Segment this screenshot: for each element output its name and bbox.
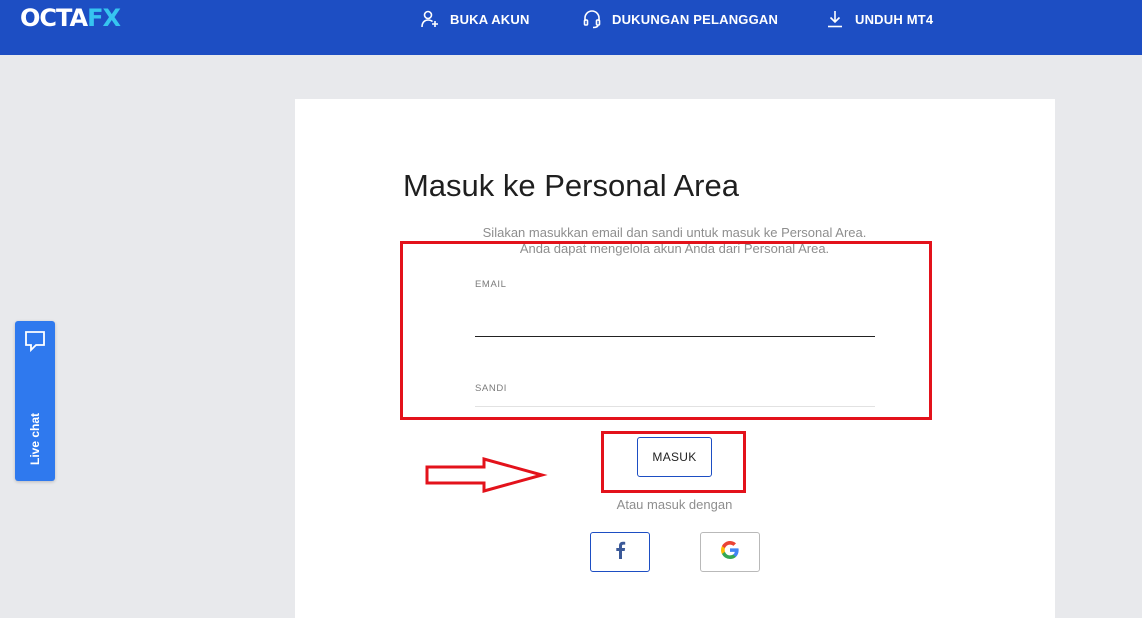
- nav-open-account-label: BUKA AKUN: [450, 11, 530, 27]
- facebook-login-button[interactable]: [590, 532, 650, 572]
- form-highlight-box: [400, 241, 932, 420]
- facebook-icon: [614, 541, 626, 564]
- add-user-icon: [420, 9, 440, 29]
- top-navbar: OCTAFX BUKA AKUN DUKUNGAN PELANGGAN UNDU…: [0, 0, 1142, 55]
- nav-download-mt4[interactable]: UNDUH MT4: [825, 8, 933, 30]
- nav-open-account[interactable]: BUKA AKUN: [420, 8, 530, 30]
- button-highlight-box: [601, 431, 746, 493]
- live-chat-button[interactable]: Live chat: [15, 321, 55, 481]
- octafx-logo[interactable]: OCTAFX: [20, 5, 121, 31]
- headset-icon: [582, 9, 602, 29]
- google-icon: [721, 540, 739, 564]
- nav-download-mt4-label: UNDUH MT4: [855, 11, 934, 27]
- page-title: Masuk ke Personal Area: [402, 168, 739, 203]
- google-login-button[interactable]: [700, 532, 760, 572]
- instructions-line-1: Silakan masukkan email dan sandi untuk m…: [482, 225, 867, 240]
- alt-login-text: Atau masuk dengan: [616, 497, 733, 512]
- nav-customer-support[interactable]: DUKUNGAN PELANGGAN: [582, 8, 778, 30]
- live-chat-label: Live chat: [28, 412, 42, 466]
- arrow-right-icon: [425, 457, 548, 493]
- chat-bubble-icon: [23, 329, 47, 358]
- download-icon: [825, 9, 845, 29]
- nav-customer-support-label: DUKUNGAN PELANGGAN: [612, 11, 779, 27]
